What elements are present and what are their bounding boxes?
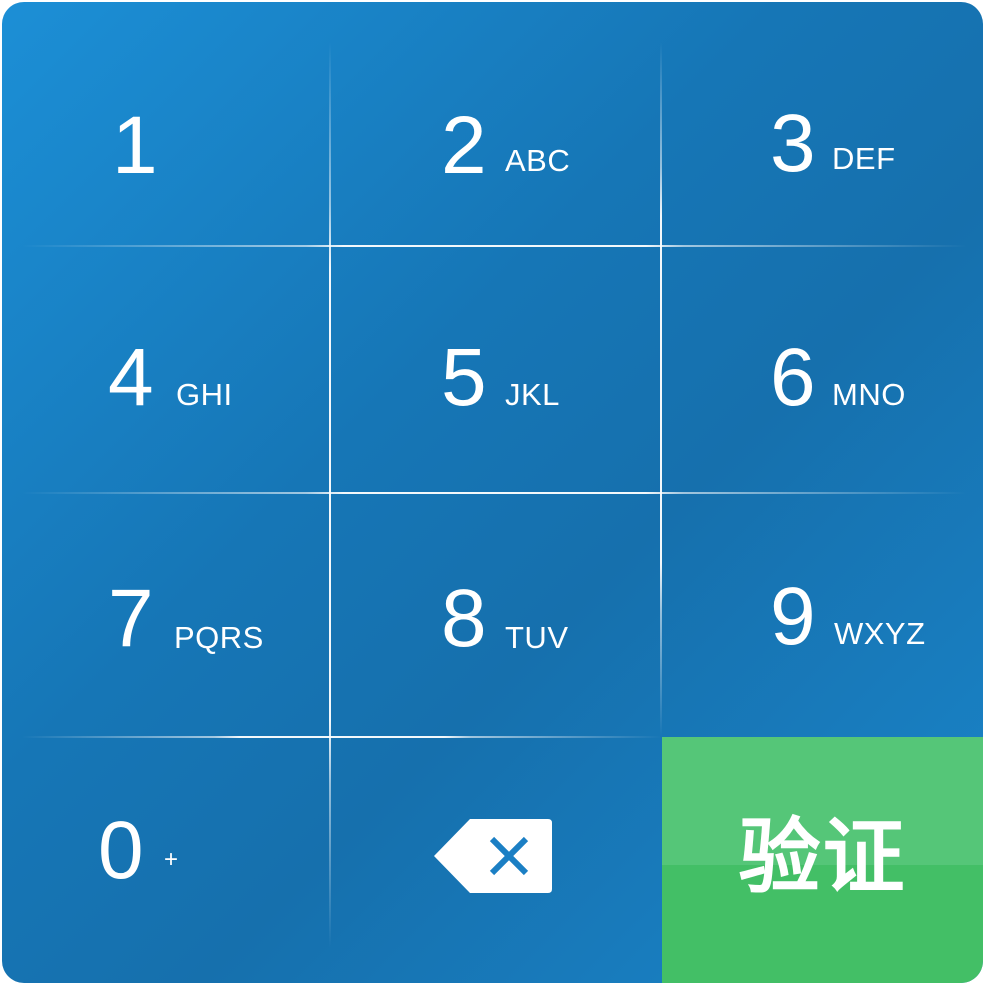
- key-9[interactable]: 9 WXYZ: [662, 494, 983, 736]
- key-letters: JKL: [505, 377, 560, 412]
- verify-button[interactable]: 验证: [662, 737, 983, 983]
- key-8[interactable]: 8 TUV: [331, 494, 660, 736]
- key-4[interactable]: 4 GHI: [2, 247, 329, 492]
- verify-label: 验证: [738, 810, 907, 905]
- key-letters: TUV: [505, 620, 569, 655]
- key-1[interactable]: 1: [2, 2, 329, 245]
- key-2[interactable]: 2 ABC: [331, 2, 660, 245]
- key-digit: 2: [441, 100, 487, 191]
- key-letters: DEF: [832, 141, 896, 176]
- key-digit: 7: [108, 573, 154, 664]
- key-letters: GHI: [176, 377, 233, 412]
- key-letters: PQRS: [174, 620, 264, 655]
- key-letters: ABC: [505, 143, 571, 178]
- key-digit: 9: [770, 571, 816, 662]
- numeric-keypad: 1 2 ABC 3 DEF 4 GHI 5 JKL 6 MNO 7 PQRS 8…: [2, 2, 983, 983]
- key-6[interactable]: 6 MNO: [662, 247, 983, 492]
- key-letters: +: [164, 846, 179, 873]
- key-letters: WXYZ: [834, 616, 926, 651]
- key-digit: 1: [112, 100, 158, 191]
- key-3[interactable]: 3 DEF: [662, 2, 983, 245]
- key-digit: 3: [770, 98, 816, 189]
- key-letters: MNO: [832, 377, 906, 412]
- key-0[interactable]: 0 +: [2, 738, 329, 983]
- key-digit: 4: [108, 332, 154, 423]
- key-5[interactable]: 5 JKL: [331, 247, 660, 492]
- key-digit: 8: [441, 573, 487, 664]
- key-7[interactable]: 7 PQRS: [2, 494, 329, 736]
- key-digit: 6: [770, 332, 816, 423]
- backspace-icon: [434, 819, 552, 893]
- key-digit: 0: [98, 805, 144, 896]
- key-digit: 5: [441, 332, 487, 423]
